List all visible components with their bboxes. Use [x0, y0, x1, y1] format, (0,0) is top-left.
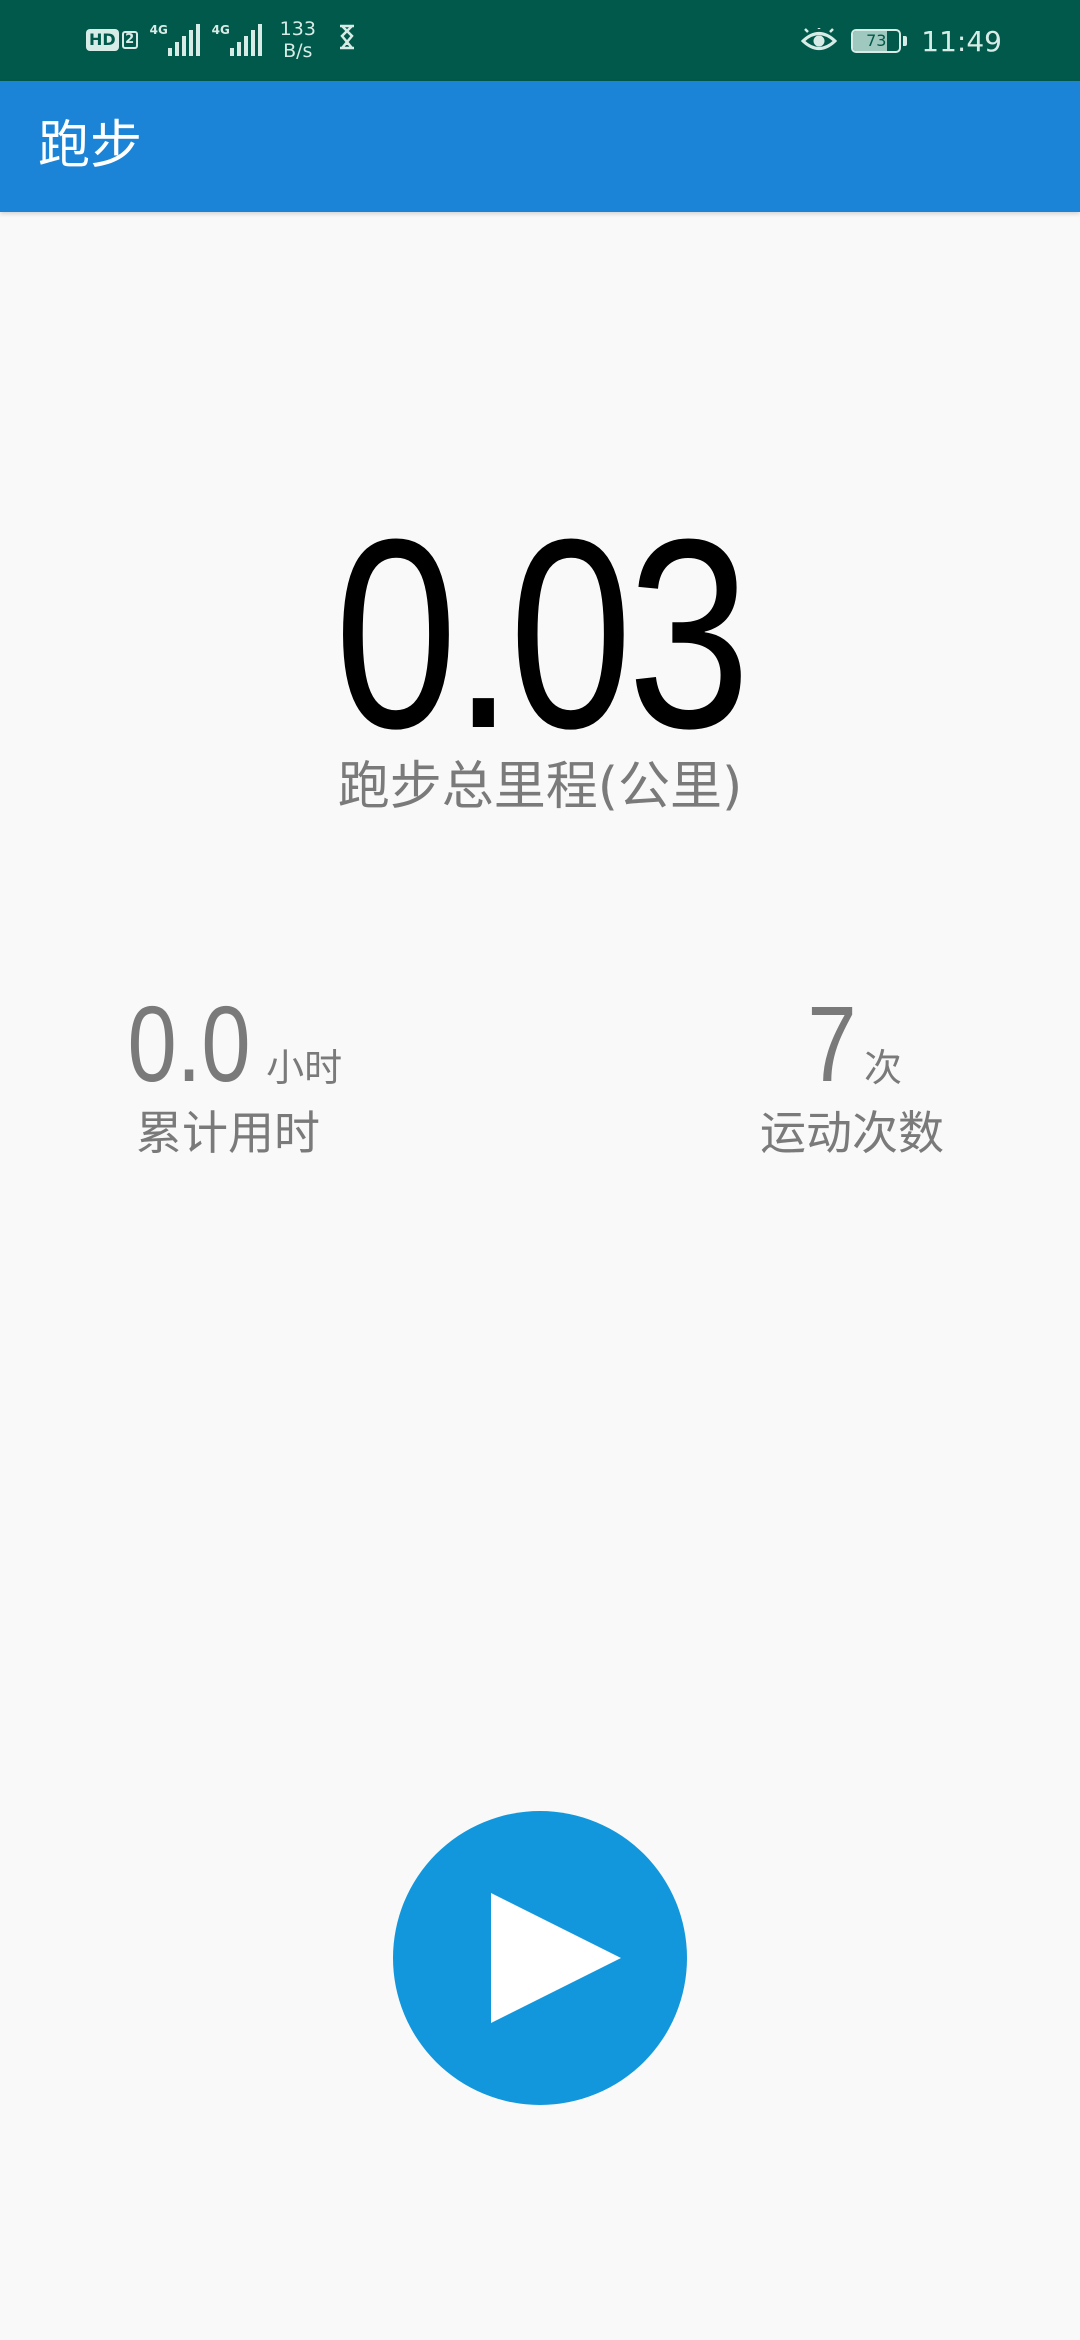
hd-label: HD: [86, 29, 119, 51]
status-bar-right: 73 11:49: [801, 16, 1002, 66]
network-speed-unit: B/s: [283, 40, 313, 62]
status-time: 11:49: [921, 24, 1002, 58]
total-time-value: 0.0: [127, 983, 251, 1104]
total-distance-value: 0.03: [334, 484, 750, 785]
network-speed-value: 133: [279, 18, 316, 40]
stat-exercise-count: 7 次 运动次数: [652, 990, 1052, 1168]
start-run-button[interactable]: [393, 1811, 687, 2105]
status-bar: HD 2 4G 4G 133 B/s 73 11:49: [0, 0, 1080, 81]
battery-icon: 73: [851, 29, 908, 53]
signal-icon: 4G: [212, 24, 262, 56]
total-distance-label: 跑步总里程(公里): [337, 757, 743, 817]
status-bar-left: HD 2 4G 4G 133 B/s: [86, 14, 356, 66]
hd-icon: HD 2: [86, 29, 138, 51]
signal-network-label: 4G: [149, 23, 168, 37]
exercise-count-value: 7: [807, 983, 857, 1104]
network-speed: 133 B/s: [280, 18, 316, 62]
stat-total-time: 0.0 小时 累计用时: [28, 990, 428, 1168]
eye-icon: [801, 28, 838, 54]
hourglass-icon: [338, 24, 356, 57]
signal-icon: 4G: [150, 24, 200, 56]
play-icon: [491, 1893, 621, 2023]
hd-sub-label: 2: [121, 31, 138, 49]
exercise-count-unit: 次: [864, 1046, 903, 1090]
app-bar: 跑步: [0, 81, 1080, 212]
page-title: 跑步: [38, 116, 143, 176]
total-time-label: 累计用时: [136, 1106, 320, 1160]
battery-level: 73: [866, 31, 887, 50]
total-time-unit: 小时: [266, 1046, 343, 1090]
exercise-count-label: 运动次数: [760, 1106, 944, 1160]
signal-network-label: 4G: [211, 23, 230, 37]
